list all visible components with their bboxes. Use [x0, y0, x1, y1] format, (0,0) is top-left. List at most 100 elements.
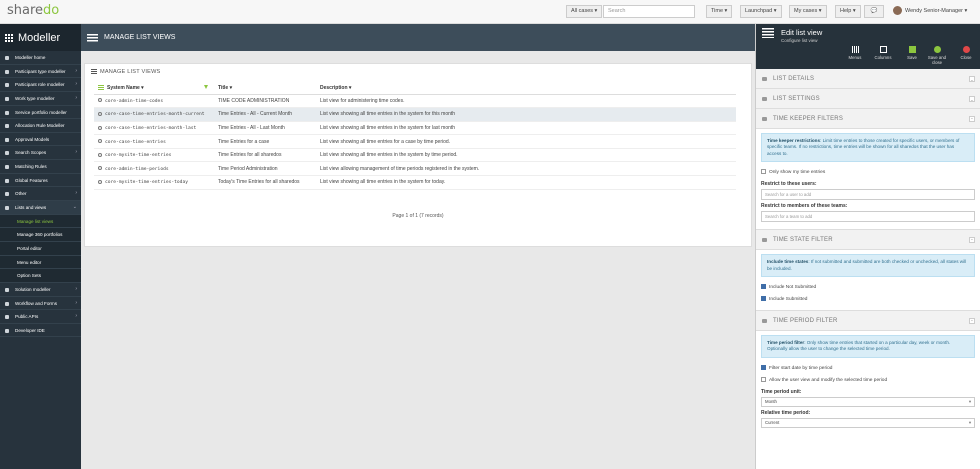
chevron-icon: › — [75, 299, 77, 306]
cell-description: List view showing all time entries in th… — [316, 121, 736, 136]
sidebar-item-allocation-rule-modeller[interactable]: Allocation Rule Modeller — [0, 119, 81, 133]
clock-icon — [98, 152, 102, 157]
section-list-settings[interactable]: LIST SETTINGS ⌄ — [756, 89, 980, 109]
section-time-period-filter[interactable]: TIME PERIOD FILTER ⌃ — [756, 311, 980, 332]
sidebar-item-lists-and-views[interactable]: Lists and views ⌄ — [0, 201, 81, 215]
table-row[interactable]: core-mysite-time-entries Time Entries for… — [94, 148, 736, 163]
checkbox[interactable] — [761, 296, 766, 302]
filter-icon[interactable] — [204, 85, 208, 89]
section-time-state-filter[interactable]: TIME STATE FILTER ⌃ — [756, 230, 980, 251]
sidebar-item-menu-editor[interactable]: Menu editor — [0, 255, 81, 270]
sidebar-item-approval-models[interactable]: Approval Models — [0, 133, 81, 147]
sidebar-item-participant-role-modeller[interactable]: Participant role modeller › — [0, 78, 81, 92]
checkbox[interactable] — [761, 377, 766, 383]
sharedo-logo[interactable]: sharedo — [7, 3, 59, 18]
sidebar-item-global-features[interactable]: Global Features — [0, 174, 81, 188]
chat-icon[interactable]: 💬 — [864, 5, 884, 18]
sidebar-item-label: Work type modeller — [15, 95, 55, 101]
sidebar-item-label: Matching Rules — [15, 164, 47, 170]
sidebar-item-matching-rules[interactable]: Matching Rules — [0, 160, 81, 174]
table-row[interactable]: core-case-time-entries-month-last Time En… — [94, 121, 736, 136]
cell-system-name[interactable]: core-admin-time-periods — [94, 161, 214, 177]
sidebar-item-label: Manage 360 portfolios — [17, 232, 63, 238]
time-menu[interactable]: Time ▾ — [706, 5, 733, 18]
sidebar-item-label: Workflow and Forms — [15, 300, 58, 306]
cell-system-name[interactable]: core-admin-time-codes — [94, 94, 214, 109]
sidebar-item-manage-list-views[interactable]: Manage list views — [0, 214, 81, 229]
sidebar-item-option-sets[interactable]: Option Sets — [0, 269, 81, 283]
panel-title: MANAGE LIST VIEWS — [91, 69, 161, 75]
time-state-body: Include time states: If not submitted an… — [756, 250, 980, 312]
menu-item-icon — [5, 165, 9, 170]
section-time-keeper-filters[interactable]: TIME KEEPER FILTERS ⌃ — [756, 109, 980, 129]
column-header-description[interactable]: Description ▾ — [316, 82, 736, 95]
sidebar-item-other[interactable]: Other › — [0, 187, 81, 202]
relative-time-period-label: Relative time period: — [761, 409, 811, 416]
cell-system-name[interactable]: core-case-time-entries — [94, 134, 214, 149]
collapse-icon: ⌃ — [969, 116, 975, 122]
sidebar-item-label: Approval Models — [15, 136, 50, 142]
close-icon — [962, 46, 970, 53]
relative-time-period-select[interactable]: Current — [761, 417, 975, 428]
chevron-icon: › — [75, 149, 77, 156]
all-cases-dropdown[interactable]: All cases ▾ — [566, 5, 603, 18]
filter-start-checkbox[interactable]: Filter start date by time period — [761, 363, 975, 375]
sidebar-item-participant-type-modeller[interactable]: Participant type modeller › — [0, 65, 81, 79]
sidebar-item-workflow-and-forms[interactable]: Workflow and Forms › — [0, 297, 81, 311]
table-row[interactable]: core-admin-time-periods Time Period Admin… — [94, 161, 736, 177]
sidebar-item-service-portfolio-modeller[interactable]: Service portfolio modeller — [0, 106, 81, 120]
allow-user-checkbox[interactable]: Allow the user view and modify the selec… — [761, 375, 975, 387]
include-submitted-checkbox[interactable]: Include Submitted — [761, 294, 975, 306]
include-not-submitted-checkbox[interactable]: Include Not Submitted — [761, 282, 975, 294]
sidebar-item-label: Participant role modeller — [15, 82, 65, 88]
sidebar-item-manage-360-portfolios[interactable]: Manage 360 portfolios — [0, 228, 81, 242]
table-row[interactable]: core-case-time-entries Time Entries for a… — [94, 134, 736, 149]
table-row[interactable]: core-admin-time-codes TIME CODE ADMINISTR… — [94, 94, 736, 109]
sidebar-item-search-scopes[interactable]: Search Scopes › — [0, 146, 81, 161]
checkbox[interactable] — [761, 284, 766, 290]
launchpad-menu[interactable]: Launchpad ▾ — [740, 5, 782, 18]
cell-system-name[interactable]: core-mysite-time-entries-today — [94, 175, 214, 190]
sidebar-item-portal-editor[interactable]: Portal editor — [0, 241, 81, 256]
menus-button[interactable]: Menus — [844, 46, 866, 60]
my-cases-menu[interactable]: My cases ▾ — [789, 5, 827, 18]
info-box: Time keeper restrictions: Limit time ent… — [761, 133, 975, 163]
column-header-title[interactable]: Title ▾ — [214, 82, 316, 95]
help-menu[interactable]: Help ▾ — [835, 5, 861, 18]
restrict-users-input[interactable]: Search for a user to add — [761, 189, 975, 201]
time-keeper-body: Time keeper restrictions: Limit time ent… — [756, 129, 980, 231]
close-button[interactable]: Close — [955, 46, 977, 60]
expand-icon: ⌄ — [969, 76, 975, 82]
sidebar-item-work-type-modeller[interactable]: Work type modeller › — [0, 92, 81, 106]
table-row[interactable]: core-case-time-entries-month-current Time… — [94, 107, 736, 122]
user-menu[interactable]: Wendy Senior-Manager ▾ — [893, 6, 967, 17]
section-list-details[interactable]: LIST DETAILS ⌄ — [756, 69, 980, 89]
search-input[interactable]: Search — [603, 5, 695, 18]
cell-system-name[interactable]: core-case-time-entries-month-current — [94, 107, 214, 122]
columns-button[interactable]: Columns — [872, 46, 894, 60]
column-header-system-name[interactable]: System Name ▾ — [94, 82, 214, 95]
menu-item-icon — [5, 192, 9, 197]
sidebar: Modeller Modeller home Participant type m… — [0, 24, 81, 469]
list-icon — [762, 28, 774, 38]
table-row[interactable]: core-mysite-time-entries-today Today's Ti… — [94, 175, 736, 190]
time-period-unit-select[interactable]: Month — [761, 396, 975, 407]
menu-item-icon — [5, 301, 9, 306]
checkbox[interactable] — [761, 365, 766, 371]
sidebar-item-modeller-home[interactable]: Modeller home — [0, 51, 81, 65]
sidebar-item-developer-ide[interactable]: Developer IDE — [0, 324, 81, 338]
panel-subtitle: Configure list view — [781, 38, 818, 43]
chevron-icon: › — [75, 94, 77, 101]
cell-description: List view allowing management of time pe… — [316, 161, 736, 177]
cell-system-name[interactable]: core-case-time-entries-month-last — [94, 121, 214, 136]
gear-icon — [762, 319, 767, 324]
restrict-teams-input[interactable]: Search for a team to add — [761, 211, 975, 223]
sidebar-item-public-apis[interactable]: Public APIs › — [0, 310, 81, 324]
gear-icon — [762, 97, 767, 101]
cell-system-name[interactable]: core-mysite-time-entries — [94, 148, 214, 163]
save-button[interactable]: Save — [901, 46, 923, 60]
only-mine-checkbox[interactable]: Only show my time entries — [761, 167, 975, 179]
sidebar-item-solution-modeller[interactable]: Solution modeller › — [0, 283, 81, 297]
checkbox[interactable] — [761, 169, 766, 175]
save-and-close-button[interactable]: Save and close — [926, 46, 948, 65]
